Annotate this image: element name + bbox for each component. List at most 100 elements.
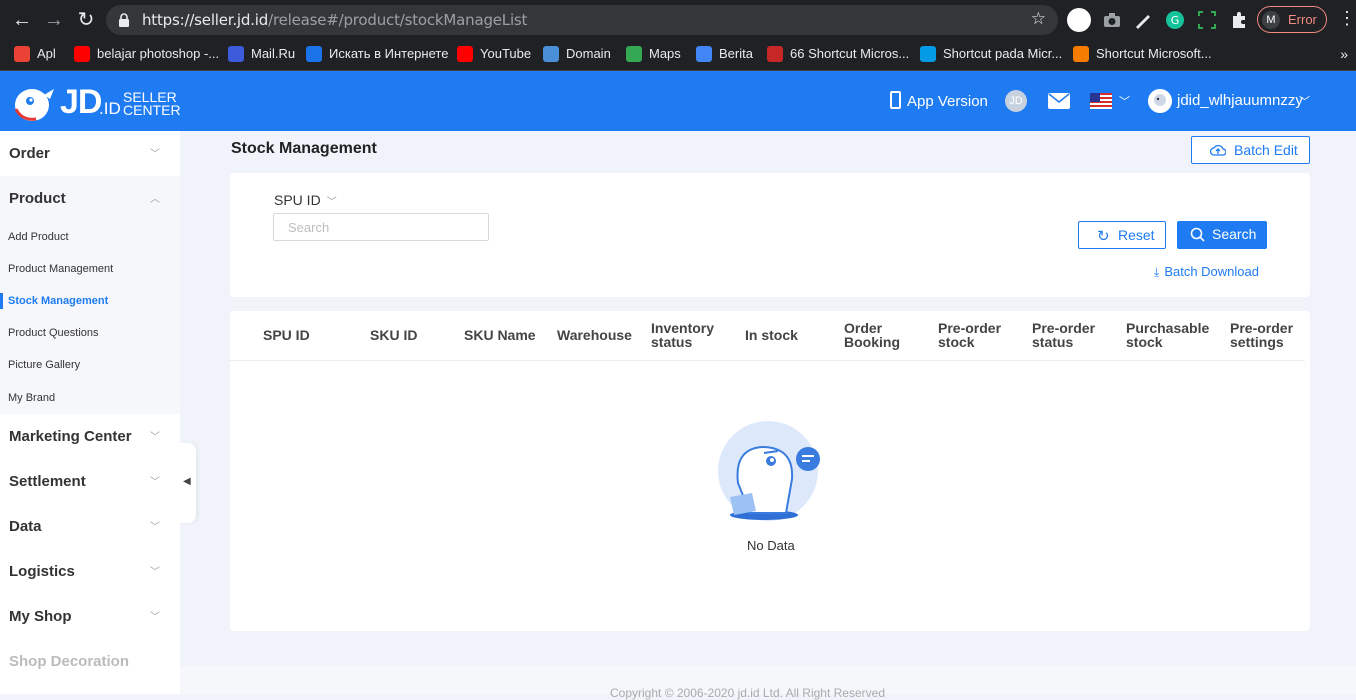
jd-mascot-logo-icon [14, 89, 54, 121]
column-header[interactable]: Pre-order settings [1230, 321, 1293, 349]
screenshot-extension-icon[interactable] [1195, 8, 1219, 32]
sidebar-group-my-shop[interactable]: My Shop ﹀ [0, 594, 180, 639]
sidebar-item-stock-management[interactable]: Stock Management [8, 295, 108, 307]
search-label: Search [1212, 226, 1257, 242]
bookmark-item[interactable]: belajar photoshop -... [74, 45, 219, 65]
column-header-line: Pre-order [1032, 320, 1096, 336]
column-header[interactable]: Order Booking [844, 321, 900, 349]
search-button[interactable]: Search [1177, 221, 1267, 249]
sidebar-item-product-management[interactable]: Product Management [8, 263, 113, 275]
column-header[interactable]: SPU ID [263, 328, 310, 342]
batch-edit-label: Batch Edit [1234, 142, 1298, 158]
sidebar-group-product[interactable]: Product ︿ [0, 176, 180, 221]
url-scheme: https:// [142, 11, 195, 29]
chevron-down-icon: ﹀ [150, 149, 160, 160]
user-avatar[interactable] [1148, 89, 1172, 113]
column-header[interactable]: In stock [745, 328, 798, 342]
column-header[interactable]: Purchasable stock [1126, 321, 1209, 349]
camera-extension-icon[interactable] [1100, 8, 1124, 32]
app-version-link[interactable]: App Version [890, 91, 988, 110]
logo-center-text: CENTER [123, 102, 181, 118]
column-header[interactable]: Pre-order status [1032, 321, 1095, 349]
column-header[interactable]: SKU ID [370, 328, 417, 342]
profile-error-button[interactable]: M Error [1257, 6, 1327, 33]
profile-avatar-icon: M [1262, 11, 1280, 29]
bookmark-item[interactable]: Maps [626, 45, 681, 65]
grammarly-icon[interactable]: G [1163, 8, 1187, 32]
sidebar-group-shop-decoration[interactable]: Shop Decoration [0, 639, 180, 684]
profile-circle-icon[interactable] [1067, 8, 1091, 32]
bookmark-favicon-icon [306, 45, 322, 62]
bookmark-item[interactable]: Shortcut pada Micr... [920, 45, 1062, 65]
sidebar-collapse-toggle[interactable]: ◀ [180, 443, 196, 523]
more-bookmarks-icon[interactable]: » [1340, 46, 1348, 62]
browser-toolbar: ← → ↻ https://seller.jd.id/release#/prod… [0, 0, 1356, 40]
column-header-line: SKU Name [464, 327, 536, 343]
logo-jd-text: JD [60, 83, 102, 121]
chevron-down-icon: ﹀ [326, 197, 337, 208]
bookmark-label: belajar photoshop -... [97, 46, 220, 62]
column-header[interactable]: SKU Name [464, 328, 536, 342]
table-header: SPU ID SKU ID SKU Name Warehouse Inventory st… [230, 311, 1305, 361]
bookmark-favicon-icon [228, 45, 244, 62]
sidebar-group-label: Settlement [9, 473, 86, 490]
download-icon: ⤓ [1154, 265, 1160, 279]
bookmark-item[interactable]: Mail.Ru [228, 45, 295, 65]
app-header: JD .ID SELLER CENTER App Version JD ﹀ jd… [0, 71, 1356, 131]
url-path: /release#/product/stockManageList [268, 11, 528, 29]
sidebar-group-data[interactable]: Data ﹀ [0, 504, 180, 549]
bookmark-item[interactable]: 66 Shortcut Micros... [767, 45, 909, 65]
sidebar-group-marketing-center[interactable]: Marketing Center ﹀ [0, 414, 180, 459]
search-input[interactable] [273, 213, 489, 241]
sidebar-group-order[interactable]: Order ﹀ [0, 131, 180, 176]
lock-icon [119, 13, 129, 27]
app-version-label: App Version [907, 93, 988, 110]
jd-seller-center-logo[interactable]: JD .ID SELLER CENTER [8, 77, 188, 127]
back-icon[interactable]: ← [10, 8, 34, 32]
sidebar-group-label: Logistics [9, 563, 75, 580]
bookmark-star-icon[interactable]: ☆ [1031, 9, 1046, 29]
user-chevron-down-icon[interactable]: ﹀ [1299, 93, 1310, 109]
batch-edit-button[interactable]: Batch Edit [1191, 136, 1310, 164]
bookmark-item[interactable]: Berita [696, 45, 753, 65]
bookmark-item[interactable]: Domain [543, 45, 611, 65]
sidebar-group-label: Marketing Center [9, 428, 132, 445]
sidebar-group-settlement[interactable]: Settlement ﹀ [0, 459, 180, 504]
bookmark-item[interactable]: Искать в Интернете [306, 45, 448, 65]
sidebar-group-label: Shop Decoration [9, 653, 130, 670]
field-selector-dropdown[interactable]: SPU ID ﹀ [274, 192, 337, 208]
chevron-up-icon: ︿ [150, 194, 160, 205]
bookmark-label: Maps [649, 46, 681, 62]
mail-icon[interactable] [1048, 93, 1070, 109]
reload-icon[interactable]: ↻ [74, 8, 98, 32]
column-header[interactable]: Inventory status [651, 321, 714, 349]
browser-menu-icon[interactable]: ⋮ [1338, 8, 1356, 29]
pen-extension-icon[interactable] [1131, 8, 1155, 32]
sidebar-item-add-product[interactable]: Add Product [8, 231, 69, 243]
no-data-text: No Data [747, 538, 795, 553]
jd-badge-icon[interactable]: JD [1005, 90, 1027, 112]
sidebar-item-product-questions[interactable]: Product Questions [8, 327, 99, 339]
caret-left-icon: ◀ [183, 476, 191, 487]
us-flag-icon[interactable] [1090, 93, 1112, 109]
address-bar[interactable]: https://seller.jd.id/release#/product/st… [106, 5, 1058, 35]
bookmark-label: Apl [37, 46, 56, 62]
sidebar-item-picture-gallery[interactable]: Picture Gallery [8, 359, 80, 371]
language-chevron-down-icon[interactable]: ﹀ [1119, 93, 1130, 109]
reset-button[interactable]: ↻ Reset [1078, 221, 1166, 249]
bookmark-label: Domain [566, 46, 611, 62]
sidebar-item-my-brand[interactable]: My Brand [8, 392, 55, 404]
bookmark-item[interactable]: Shortcut Microsoft... [1073, 45, 1212, 65]
puzzle-extensions-icon[interactable] [1227, 8, 1251, 32]
bookmark-item[interactable]: YouTube [457, 45, 531, 65]
column-header[interactable]: Warehouse [557, 328, 632, 342]
active-indicator [0, 293, 3, 309]
username-label[interactable]: jdid_wlhjauumnzzy [1177, 92, 1303, 109]
sidebar-group-logistics[interactable]: Logistics ﹀ [0, 549, 180, 594]
column-header-line: status [1032, 334, 1074, 350]
forward-icon[interactable]: → [42, 8, 66, 32]
column-header[interactable]: Pre-order stock [938, 321, 1001, 349]
chevron-down-icon: ﹀ [150, 522, 160, 533]
bookmark-item[interactable]: Apl [14, 45, 56, 65]
batch-download-link[interactable]: ⤓ Batch Download [1154, 264, 1259, 280]
